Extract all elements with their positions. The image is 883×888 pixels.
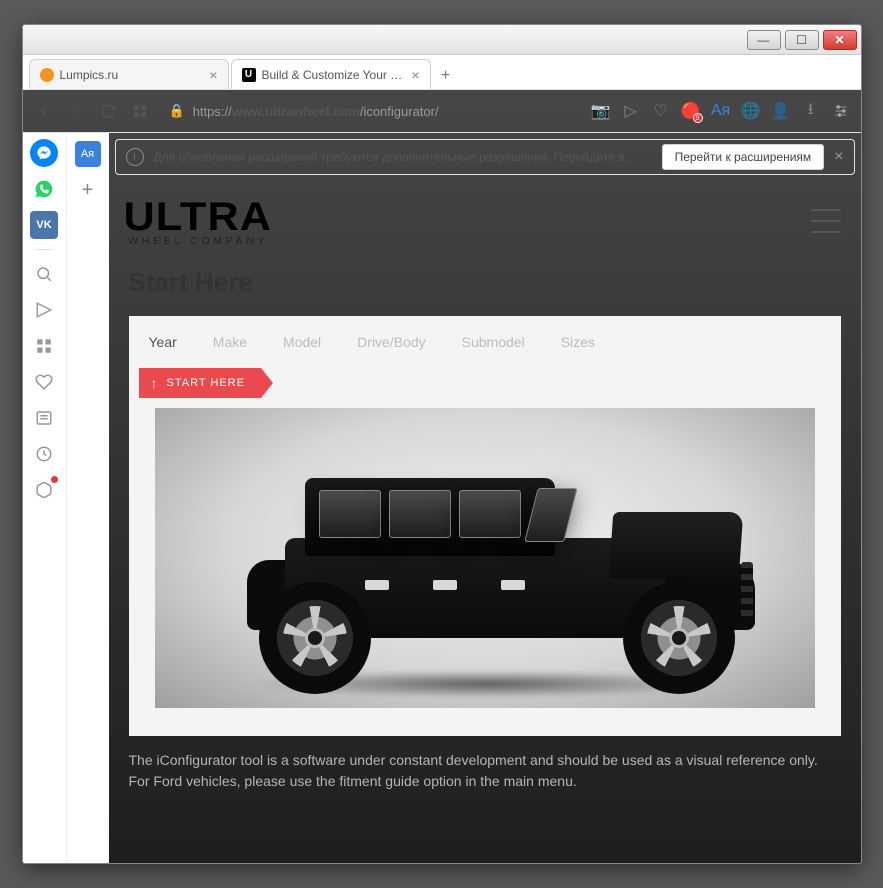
- tab-title: Lumpics.ru: [60, 68, 204, 82]
- browser-sidebar: VK: [23, 133, 67, 863]
- forward-button[interactable]: [65, 103, 87, 119]
- extensions-icon[interactable]: [30, 476, 58, 504]
- configurator-panel: Year Make Model Drive/Body Submodel Size…: [129, 316, 841, 736]
- bookmarks-icon[interactable]: [30, 368, 58, 396]
- extension-notification-bar: i Для обновления расширений требуются до…: [115, 139, 855, 175]
- disclaimer-text: The iConfigurator tool is a software und…: [129, 750, 841, 792]
- start-here-tag[interactable]: ↑ START HERE: [139, 368, 261, 398]
- notification-message: Для обновления расширений требуются допо…: [154, 150, 652, 164]
- tab-close-icon[interactable]: ×: [411, 67, 419, 83]
- start-tag-label: START HERE: [167, 377, 245, 389]
- window-close-button[interactable]: ✕: [823, 30, 857, 50]
- step-make[interactable]: Make: [213, 334, 247, 350]
- step-tabs: Year Make Model Drive/Body Submodel Size…: [129, 316, 841, 368]
- page-content: ULTRA WHEEL COMPANY Start Here Year Make…: [109, 181, 861, 863]
- menu-button[interactable]: [811, 209, 841, 233]
- download-button[interactable]: ⭳: [801, 101, 821, 121]
- opera-extension-button[interactable]: 🔴9: [681, 101, 701, 121]
- snapshot-button[interactable]: 📷: [591, 101, 611, 121]
- step-year[interactable]: Year: [149, 334, 177, 350]
- browser-tab-lumpics[interactable]: Lumpics.ru ×: [29, 59, 229, 89]
- vehicle-preview: [155, 408, 815, 708]
- history-icon[interactable]: [30, 440, 58, 468]
- step-drive-body[interactable]: Drive/Body: [357, 334, 425, 350]
- arrow-up-icon: ↑: [151, 375, 159, 391]
- reload-button[interactable]: [97, 103, 119, 119]
- profile-button[interactable]: 👤: [771, 101, 791, 121]
- globe-button[interactable]: 🌐: [741, 101, 761, 121]
- vk-icon[interactable]: VK: [30, 211, 58, 239]
- address-bar: 🔒 https://www.ultrawheel.com/iconfigurat…: [23, 89, 861, 133]
- vertical-tab-translate[interactable]: Ая: [75, 141, 101, 167]
- easy-setup-button[interactable]: [831, 101, 851, 121]
- browser-tabstrip: Lumpics.ru × U Build & Customize Your Ca…: [23, 55, 861, 89]
- heart-button[interactable]: ♡: [651, 101, 671, 121]
- window-titlebar: — ☐ ✕: [23, 25, 861, 55]
- speed-dial-button[interactable]: [129, 103, 151, 119]
- browser-tab-ultrawheel[interactable]: U Build & Customize Your Ca ×: [231, 59, 431, 89]
- messenger-icon[interactable]: [30, 139, 58, 167]
- tab-close-icon[interactable]: ×: [209, 67, 217, 83]
- new-tab-button[interactable]: +: [433, 63, 459, 89]
- tab-title: Build & Customize Your Ca: [262, 68, 406, 82]
- step-submodel[interactable]: Submodel: [462, 334, 525, 350]
- whatsapp-icon[interactable]: [30, 175, 58, 203]
- go-to-extensions-button[interactable]: Перейти к расширениям: [662, 144, 825, 170]
- window-minimize-button[interactable]: —: [747, 30, 781, 50]
- url-field[interactable]: 🔒 https://www.ultrawheel.com/iconfigurat…: [161, 103, 581, 119]
- step-model[interactable]: Model: [283, 334, 321, 350]
- flow-icon[interactable]: [30, 296, 58, 324]
- back-button[interactable]: [33, 103, 55, 119]
- window-maximize-button[interactable]: ☐: [785, 30, 819, 50]
- vertical-tab-sidebar: Ая +: [67, 133, 109, 863]
- site-logo[interactable]: ULTRA WHEEL COMPANY: [129, 195, 269, 247]
- speed-dial-icon[interactable]: [30, 332, 58, 360]
- info-icon: i: [126, 148, 144, 166]
- notification-close-icon[interactable]: ×: [834, 148, 843, 166]
- step-sizes[interactable]: Sizes: [561, 334, 595, 350]
- page-heading: Start Here: [129, 267, 841, 298]
- send-button[interactable]: ▷: [621, 101, 641, 121]
- url-text: https://www.ultrawheel.com/iconfigurator…: [193, 104, 439, 119]
- search-icon[interactable]: [30, 260, 58, 288]
- favicon-icon: [40, 68, 54, 82]
- favicon-icon: U: [242, 68, 256, 82]
- vertical-tab-add[interactable]: +: [75, 177, 101, 203]
- news-icon[interactable]: [30, 404, 58, 432]
- translate-extension-button[interactable]: Ая: [711, 101, 731, 121]
- lock-icon: 🔒: [169, 103, 185, 119]
